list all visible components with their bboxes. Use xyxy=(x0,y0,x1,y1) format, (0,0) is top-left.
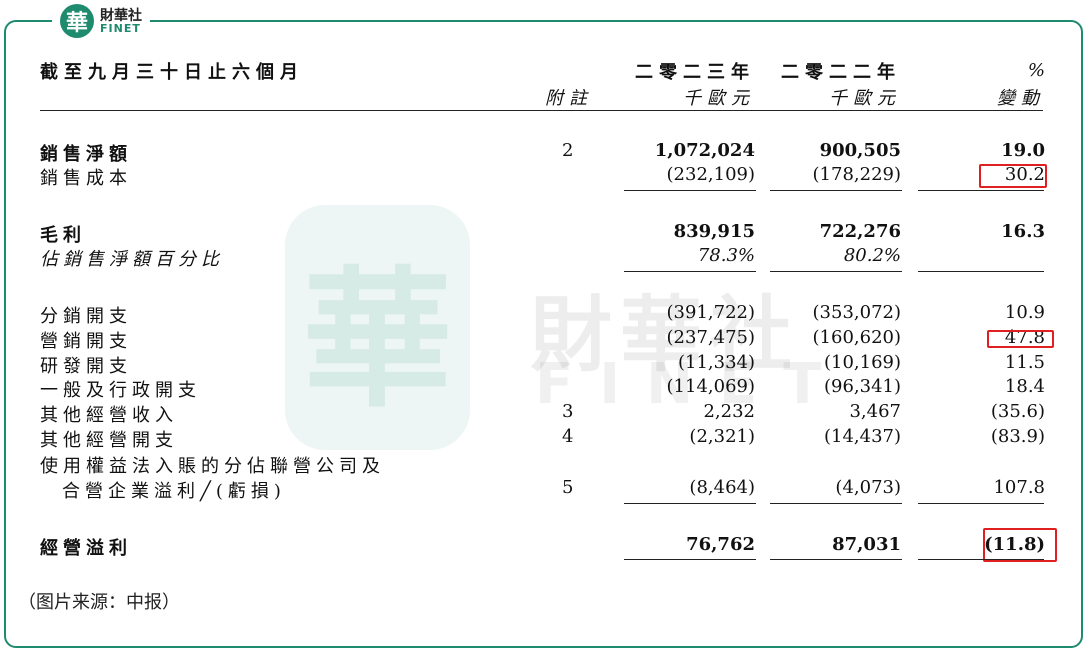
period-heading: 截至九月三十日止六個月 xyxy=(40,62,304,83)
row-label-ga: 一般及行政開支 xyxy=(40,380,201,401)
expense-rule-2023 xyxy=(624,503,756,504)
value-2022-distribution: (353,072) xyxy=(812,302,901,323)
highlight-box-cost-of-sales xyxy=(979,164,1047,188)
value-2023-ga: (114,069) xyxy=(666,376,755,397)
highlight-box-operating-profit xyxy=(983,528,1057,562)
row-label-net-sales: 銷售淨額 xyxy=(40,144,132,165)
value-2022-rnd: (10,169) xyxy=(823,352,901,373)
watermark-seal: 華 xyxy=(285,205,470,450)
value-2023-net-sales: 1,072,024 xyxy=(654,140,755,161)
total-rule-change xyxy=(918,559,1044,560)
change-equity-share: 107.8 xyxy=(993,477,1045,498)
note-other-expense: 4 xyxy=(562,426,574,447)
margin-rule-2023 xyxy=(624,271,756,272)
value-2023-marketing: (237,475) xyxy=(666,327,755,348)
total-rule-2022 xyxy=(770,559,902,560)
image-source-caption: （图片来源：中报） xyxy=(18,592,180,613)
row-label-marketing: 營銷開支 xyxy=(40,331,132,352)
margin-rule-2022 xyxy=(770,271,902,272)
value-2022-net-sales: 900,505 xyxy=(819,140,901,161)
col-change-label-header: 變動 xyxy=(997,88,1045,109)
subtotal-rule-change xyxy=(918,190,1044,191)
change-ga: 18.4 xyxy=(1004,376,1045,397)
row-label-operating-profit: 經營溢利 xyxy=(40,538,132,559)
note-other-income: 3 xyxy=(562,401,574,422)
col-2022-year-header: 二零二二年 xyxy=(781,62,901,83)
change-distribution: 10.9 xyxy=(1004,302,1045,323)
value-2023-other-income: 2,232 xyxy=(703,401,755,422)
value-2022-ga: (96,341) xyxy=(823,376,901,397)
value-2022-gross-profit: 722,276 xyxy=(819,221,901,242)
row-label-rnd: 研發開支 xyxy=(40,356,132,377)
col-2023-year-header: 二零二三年 xyxy=(635,62,755,83)
logo-name-cn: 財華社 xyxy=(100,7,142,24)
row-label-distribution: 分銷開支 xyxy=(40,306,132,327)
row-label-gross-profit: 毛利 xyxy=(40,225,86,246)
row-label-equity-share: 合營企業溢利╱(虧損) xyxy=(62,481,286,502)
highlight-box-marketing xyxy=(987,330,1054,348)
total-rule-2023 xyxy=(624,559,756,560)
value-2022-gross-margin: 80.2% xyxy=(843,245,901,266)
row-label-cost-of-sales: 銷售成本 xyxy=(40,168,132,189)
row-label-gross-margin: 佔銷售淨額百分比 xyxy=(40,249,224,270)
note-column-header: 附註 xyxy=(545,88,593,109)
finet-logo: 華 財華社 FINET xyxy=(52,2,150,40)
col-change-symbol-header: % xyxy=(1027,60,1045,81)
change-rnd: 11.5 xyxy=(1004,352,1045,373)
logo-name-en: FINET xyxy=(100,21,141,35)
expense-rule-change xyxy=(918,503,1044,504)
finet-logo-badge: 華 xyxy=(60,4,94,38)
value-2022-cost-of-sales: (178,229) xyxy=(812,164,901,185)
change-gross-profit: 16.3 xyxy=(1001,221,1045,242)
value-2022-operating-profit: 87,031 xyxy=(832,534,901,555)
col-2023-unit-header: 千歐元 xyxy=(683,88,755,109)
col-2022-unit-header: 千歐元 xyxy=(829,88,901,109)
finet-logo-text: 財華社 FINET xyxy=(100,9,142,34)
row-label-other-income: 其他經營收入 xyxy=(40,405,178,426)
margin-rule-change xyxy=(918,271,1044,272)
value-2022-other-expense: (14,437) xyxy=(823,426,901,447)
value-2023-distribution: (391,722) xyxy=(666,302,755,323)
row-label-other-expense: 其他經營開支 xyxy=(40,430,178,451)
value-2023-equity-share: (8,464) xyxy=(689,477,755,498)
value-2023-cost-of-sales: (232,109) xyxy=(666,164,755,185)
subtotal-rule-2023 xyxy=(624,190,756,191)
change-net-sales: 19.0 xyxy=(1001,140,1045,161)
subtotal-rule-2022 xyxy=(770,190,902,191)
value-2023-other-expense: (2,321) xyxy=(689,426,755,447)
row-label-equity-share-line1: 使用權益法入賬的分佔聯營公司及 xyxy=(40,456,385,477)
note-net-sales: 2 xyxy=(562,140,574,161)
value-2022-other-income: 3,467 xyxy=(849,401,901,422)
value-2023-gross-margin: 78.3% xyxy=(697,245,755,266)
value-2023-operating-profit: 76,762 xyxy=(686,534,755,555)
change-other-income: (35.6) xyxy=(990,401,1045,422)
expense-rule-2022 xyxy=(770,503,902,504)
change-other-expense: (83.9) xyxy=(990,426,1045,447)
value-2022-marketing: (160,620) xyxy=(812,327,901,348)
value-2022-equity-share: (4,073) xyxy=(835,477,901,498)
value-2023-rnd: (11,334) xyxy=(677,352,755,373)
note-equity-share: 5 xyxy=(562,477,574,498)
header-rule xyxy=(40,110,1043,111)
value-2023-gross-profit: 839,915 xyxy=(673,221,755,242)
